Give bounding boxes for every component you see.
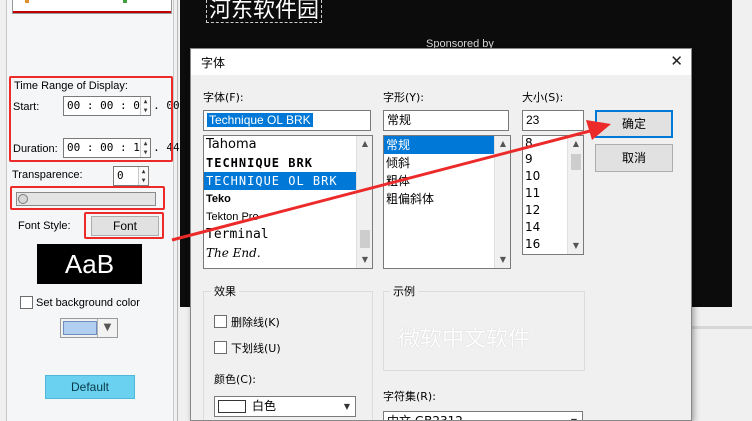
font-option-teko[interactable]: Teko: [204, 190, 372, 208]
bg-color-picker[interactable]: ▼: [60, 318, 118, 338]
timeline-marker: [123, 0, 127, 3]
color-label: 颜色(C):: [214, 373, 256, 386]
font-style-input[interactable]: 常规: [383, 110, 509, 131]
close-icon[interactable]: ✕: [670, 52, 683, 70]
font-family-input[interactable]: Technique OL BRK: [203, 110, 371, 131]
timeline-area: [690, 307, 752, 421]
timeline-bar: [13, 11, 171, 13]
transparence-value: 0: [117, 169, 124, 182]
scroll-down-icon[interactable]: ▼: [357, 252, 372, 268]
annotation-highlight-time: [9, 76, 173, 162]
transparence-input[interactable]: 0 ▲ ▼: [113, 166, 149, 186]
style-option-bold[interactable]: 粗体: [384, 172, 510, 190]
cancel-button[interactable]: 取消: [595, 144, 673, 172]
style-option-bold-italic[interactable]: 粗偏斜体: [384, 190, 510, 208]
sample-text: 微软中文软件: [398, 327, 531, 352]
font-option-terminal[interactable]: Terminal: [204, 226, 372, 244]
bg-color-label: Set background color: [36, 297, 140, 309]
scroll-up-icon[interactable]: ▲: [495, 136, 510, 152]
bg-color-checkbox[interactable]: [20, 296, 33, 309]
style-list-scrollbar[interactable]: ▲ ▼: [494, 136, 510, 268]
font-style-value: 常规: [387, 113, 412, 127]
scroll-thumb[interactable]: [360, 230, 370, 248]
strikeout-checkbox[interactable]: [214, 315, 227, 328]
annotation-highlight-font: [84, 212, 164, 239]
font-dialog: 字体 ✕ 字体(F): Technique OL BRK Tahoma TECH…: [190, 48, 692, 421]
font-option-technique-brk[interactable]: TECHNIQUE BRK: [204, 154, 372, 172]
sample-group-title: 示例: [390, 283, 418, 299]
annotation-highlight-slider: [10, 186, 165, 210]
style-option-italic[interactable]: 倾斜: [384, 154, 510, 172]
settings-panel: [0, 0, 178, 421]
font-preview: AaB: [37, 244, 142, 284]
size-list-scrollbar[interactable]: ▲ ▼: [567, 136, 583, 254]
font-family-label: 字体(F):: [203, 91, 244, 104]
script-label: 字符集(R):: [383, 390, 436, 403]
dialog-titlebar: 字体 ✕: [191, 49, 691, 75]
font-list-scrollbar[interactable]: ▲ ▼: [356, 136, 372, 268]
color-value: 白色: [252, 399, 277, 413]
color-swatch: [63, 321, 97, 335]
font-family-value: Technique OL BRK: [207, 113, 313, 127]
dialog-title: 字体: [201, 56, 226, 70]
color-combo[interactable]: 白色 ▼: [214, 396, 356, 417]
transparence-label: Transparence:: [12, 169, 83, 181]
watermark-text[interactable]: 河东软件园: [206, 0, 323, 23]
font-option-tahoma[interactable]: Tahoma: [204, 136, 372, 154]
strikeout-label: 删除线(K): [231, 316, 280, 329]
font-style-list[interactable]: 常规 倾斜 粗体 粗偏斜体 ▲ ▼: [383, 135, 511, 269]
font-style-label: 字形(Y):: [383, 91, 425, 104]
settings-panel-inner: [6, 0, 174, 421]
font-style-label: Font Style:: [18, 220, 71, 232]
font-option-tekton-pro[interactable]: Tekton Pro: [204, 208, 372, 226]
scroll-up-icon[interactable]: ▲: [357, 136, 372, 152]
default-button[interactable]: Default: [45, 375, 135, 399]
chevron-down-icon[interactable]: ▼: [97, 319, 117, 337]
font-size-input[interactable]: 23: [522, 110, 584, 131]
font-size-value: 23: [526, 113, 540, 127]
chevron-down-icon[interactable]: ▼: [339, 397, 355, 416]
font-option-technique-ol-brk[interactable]: TECHNIQUE OL BRK: [204, 172, 356, 190]
scroll-thumb[interactable]: [571, 154, 581, 170]
timeline-preview: [12, 0, 172, 14]
font-family-list[interactable]: Tahoma TECHNIQUE BRK TECHNIQUE OL BRK Te…: [203, 135, 373, 269]
color-swatch: [218, 400, 246, 413]
chevron-down-icon[interactable]: ▼: [566, 412, 582, 420]
transparence-spinner[interactable]: ▲ ▼: [138, 167, 148, 185]
script-combo[interactable]: 中文 GB2312 ▼: [383, 411, 583, 421]
underline-checkbox[interactable]: [214, 341, 227, 354]
scroll-up-icon[interactable]: ▲: [568, 136, 583, 152]
font-size-label: 大小(S):: [522, 91, 564, 104]
effects-group-title: 效果: [211, 283, 239, 299]
ok-button[interactable]: 确定: [595, 110, 673, 138]
underline-label: 下划线(U): [231, 342, 281, 355]
scroll-down-icon[interactable]: ▼: [495, 252, 510, 268]
font-size-list[interactable]: 8 9 10 11 12 14 16 ▲ ▼: [522, 135, 584, 255]
timeline-marker: [25, 0, 29, 3]
timeline-track: [690, 326, 752, 329]
font-option-the-end[interactable]: The End.: [204, 244, 372, 262]
style-option-regular[interactable]: 常规: [384, 136, 494, 154]
scroll-down-icon[interactable]: ▼: [568, 238, 583, 254]
script-value: 中文 GB2312: [387, 414, 463, 421]
